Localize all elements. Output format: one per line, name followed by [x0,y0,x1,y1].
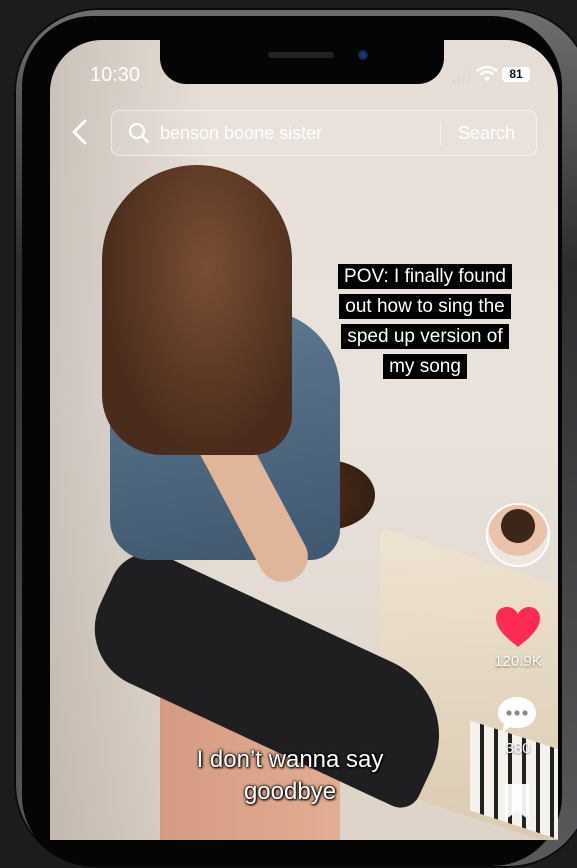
caption-line: POV: I finally found [338,264,512,289]
like-count: 120.9K [494,653,542,670]
front-camera [358,50,368,60]
comment-count: 380 [505,740,531,757]
speaker [268,52,334,58]
person-long-hair [102,165,292,455]
search-input[interactable]: benson boone sister [160,123,322,144]
search-icon [128,122,150,144]
subtitle-line: I don’t wanna say [196,746,384,773]
creator-avatar[interactable] [486,503,550,567]
video-caption: POV: I finally found out how to sing the… [320,262,530,382]
search-button[interactable]: Search [458,123,515,144]
comment-icon[interactable] [496,695,538,735]
caption-line: out how to sing the [339,294,511,319]
search-divider [440,121,441,145]
heart-icon[interactable] [494,605,542,649]
notch [160,40,444,84]
subtitle-line: goodbye [243,778,337,805]
signal-icon [452,70,470,84]
caption-line: my song [383,354,467,379]
video-player[interactable] [50,40,558,840]
wifi-icon [476,66,498,81]
bookmark-icon[interactable] [502,782,532,822]
caption-line: sped up version of [341,324,509,349]
status-time: 10:30 [90,64,141,86]
video-subtitle: I don’t wanna say goodbye [150,744,430,808]
search-bar[interactable]: benson boone sister Search [111,110,537,156]
screen: 10:30 81 benson boone sister Search POV:… [50,40,558,840]
back-icon[interactable] [68,118,92,146]
battery-icon: 81 [502,67,534,82]
